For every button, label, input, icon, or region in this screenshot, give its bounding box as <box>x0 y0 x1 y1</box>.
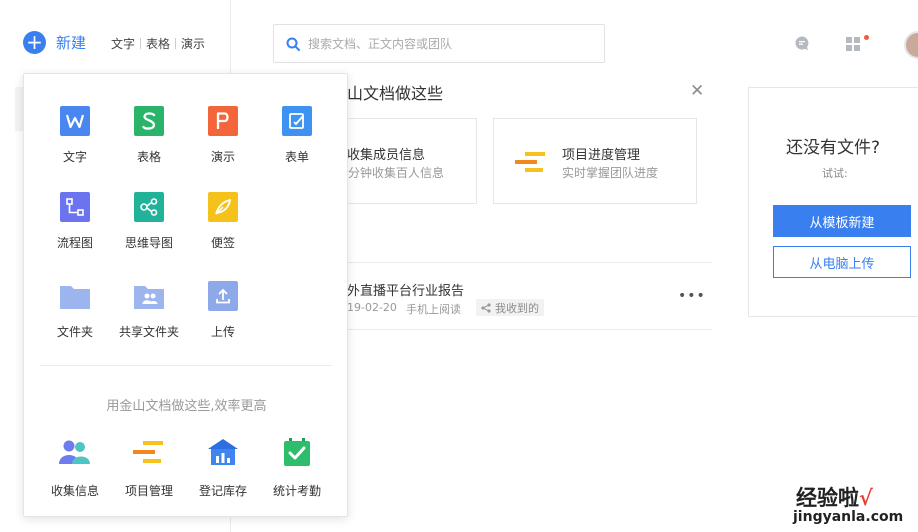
menu-item-label: 文字 <box>62 150 87 164</box>
menu-item-shared-folder[interactable]: 共享文件夹 <box>114 281 184 340</box>
menu-item-label: 流程图 <box>56 236 93 250</box>
menu-item-label: 共享文件夹 <box>118 325 179 339</box>
more-icon[interactable]: ••• <box>678 288 706 304</box>
menu-item-mindmap[interactable]: 思维导图 <box>114 192 184 251</box>
close-icon[interactable]: ✕ <box>690 83 704 100</box>
new-from-template-button[interactable]: 从模板新建 <box>773 205 911 237</box>
apps-grid-icon[interactable] <box>846 37 861 56</box>
card-desc: 分钟收集百人信息 <box>348 166 445 180</box>
template-label: 统计考勤 <box>272 484 321 498</box>
menu-item-slide[interactable]: 演示 <box>188 106 258 165</box>
template-collect-info[interactable]: 收集信息 <box>40 436 110 499</box>
p-slide-icon <box>208 106 238 136</box>
search-box[interactable] <box>273 24 605 63</box>
new-button[interactable]: + 新建 <box>23 31 86 54</box>
popup-subtitle: 用金山文档做这些,效率更高 <box>106 399 267 414</box>
share-icon <box>481 302 491 313</box>
recommend-title: 山文档做这些 <box>347 84 444 103</box>
card-title: 项目进度管理 <box>562 148 641 163</box>
new-label: 新建 <box>56 34 87 52</box>
card-desc: 实时掌握团队进度 <box>562 166 659 180</box>
menu-item-label: 表格 <box>136 150 161 164</box>
template-label: 收集信息 <box>50 484 99 498</box>
watermark-text: 经验啦 <box>796 485 859 510</box>
template-label: 登记库存 <box>198 484 247 498</box>
calendar-check-icon <box>281 436 313 468</box>
empty-title: 还没有文件? <box>786 138 881 158</box>
menu-item-upload[interactable]: 上传 <box>188 281 258 340</box>
plus-icon: + <box>23 31 46 54</box>
menu-item-flowchart[interactable]: 流程图 <box>40 192 110 251</box>
message-icon[interactable] <box>794 35 810 55</box>
w-doc-icon <box>60 106 90 136</box>
menu-item-doc[interactable]: 文字 <box>40 106 110 165</box>
menu-item-label: 表单 <box>284 150 309 164</box>
file-date: 19-02-20 <box>347 301 397 314</box>
menu-item-sheet[interactable]: 表格 <box>114 106 184 165</box>
upload-icon <box>208 281 238 311</box>
s-sheet-icon <box>134 106 164 136</box>
quick-link-doc[interactable]: 文字 <box>111 35 135 52</box>
file-tag-label: 我收到的 <box>495 301 539 315</box>
mindmap-icon <box>134 192 164 222</box>
warehouse-icon <box>207 436 239 468</box>
template-inventory[interactable]: 登记库存 <box>188 436 258 499</box>
file-share-tag: 我收到的 <box>476 299 544 316</box>
people-icon <box>59 436 91 468</box>
gantt-icon <box>133 436 165 468</box>
quick-create-links: 文字 表格 演示 <box>111 35 205 52</box>
watermark-logo: 经验啦√ <box>796 482 873 512</box>
flowchart-icon <box>60 192 90 222</box>
upload-from-computer-button[interactable]: 从电脑上传 <box>773 246 911 278</box>
template-attendance[interactable]: 统计考勤 <box>262 436 332 499</box>
empty-try-label: 试试: <box>822 167 848 180</box>
template-label: 项目管理 <box>124 484 173 498</box>
quick-link-sheet[interactable]: 表格 <box>146 35 170 52</box>
template-project-mgmt[interactable]: 项目管理 <box>114 436 184 499</box>
form-icon <box>282 106 312 136</box>
menu-item-label: 文件夹 <box>56 325 93 339</box>
menu-item-label: 演示 <box>210 150 235 164</box>
menu-item-label: 思维导图 <box>124 236 173 250</box>
watermark-url: jingyanla.com <box>793 509 904 525</box>
quick-link-slide[interactable]: 演示 <box>181 35 205 52</box>
card-title: 收集成员信息 <box>347 148 426 163</box>
avatar[interactable] <box>904 31 918 59</box>
recommend-card-project[interactable]: 项目进度管理 实时掌握团队进度 <box>493 118 697 204</box>
divider <box>140 38 142 49</box>
search-icon <box>286 37 300 51</box>
divider <box>175 38 177 49</box>
divider <box>330 262 712 263</box>
watermark-check: √ <box>859 485 873 510</box>
gantt-icon <box>515 152 545 172</box>
menu-item-form[interactable]: 表单 <box>262 106 332 165</box>
empty-panel <box>748 87 918 317</box>
divider <box>40 365 332 366</box>
file-device: 手机上阅读 <box>406 303 461 316</box>
new-menu-popup: 文字 表格 演示 表单 流程图 思维导图 便签 文件夹 共享文件夹 上传 用金山… <box>23 73 348 517</box>
recommend-card-collect[interactable]: 收集成员信息 分钟收集百人信息 <box>330 118 477 204</box>
menu-item-label: 便签 <box>210 236 235 250</box>
file-name[interactable]: 外直播平台行业报告 <box>347 280 464 299</box>
shared-folder-icon <box>134 281 164 311</box>
divider <box>330 329 712 330</box>
note-icon <box>208 192 238 222</box>
folder-icon <box>60 281 90 311</box>
menu-item-folder[interactable]: 文件夹 <box>40 281 110 340</box>
menu-item-label: 上传 <box>210 325 235 339</box>
search-input[interactable] <box>308 36 588 51</box>
menu-item-note[interactable]: 便签 <box>188 192 258 251</box>
notification-badge <box>864 35 869 40</box>
